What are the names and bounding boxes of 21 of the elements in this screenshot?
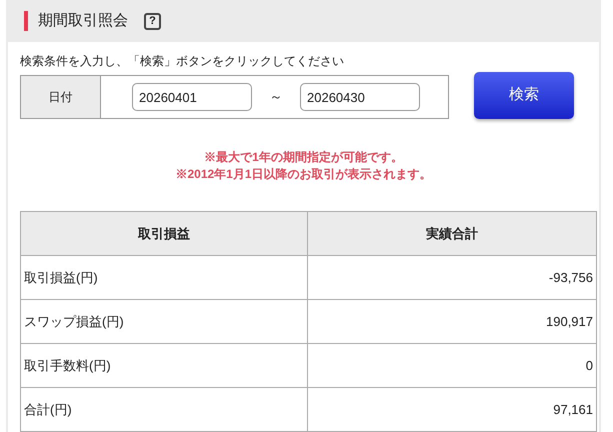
table-cell: 取引手数料(円): [20, 344, 308, 388]
notice-text: ※2012年1月1日以降のお取引が表示されます。: [175, 166, 432, 182]
table-cell: 0: [308, 344, 596, 388]
instruction-text: 検索条件を入力し、「検索」ボタンをクリックしてください: [20, 53, 345, 70]
column-header: 実績合計: [308, 212, 596, 256]
date-from-field[interactable]: 20260401: [132, 83, 252, 111]
table-cell: 取引損益(円): [20, 256, 308, 300]
help-icon[interactable]: ?: [144, 12, 161, 30]
accent-bar: [24, 11, 28, 31]
notice-text: ※最大で1年の期間指定が可能です。: [204, 149, 403, 165]
date-label: 日付: [21, 76, 101, 118]
table-cell: スワップ損益(円): [20, 300, 308, 344]
table-cell: 合計(円): [20, 388, 308, 432]
table-cell: -93,756: [308, 256, 596, 300]
table-cell: 190,917: [308, 300, 596, 344]
page-title: 期間取引照会: [38, 10, 128, 31]
search-button[interactable]: 検索: [474, 72, 574, 119]
date-to-field[interactable]: 20260430: [300, 83, 420, 111]
range-separator: ～: [268, 88, 284, 106]
column-header: 取引損益: [20, 212, 308, 256]
table-cell: 97,161: [308, 388, 596, 432]
